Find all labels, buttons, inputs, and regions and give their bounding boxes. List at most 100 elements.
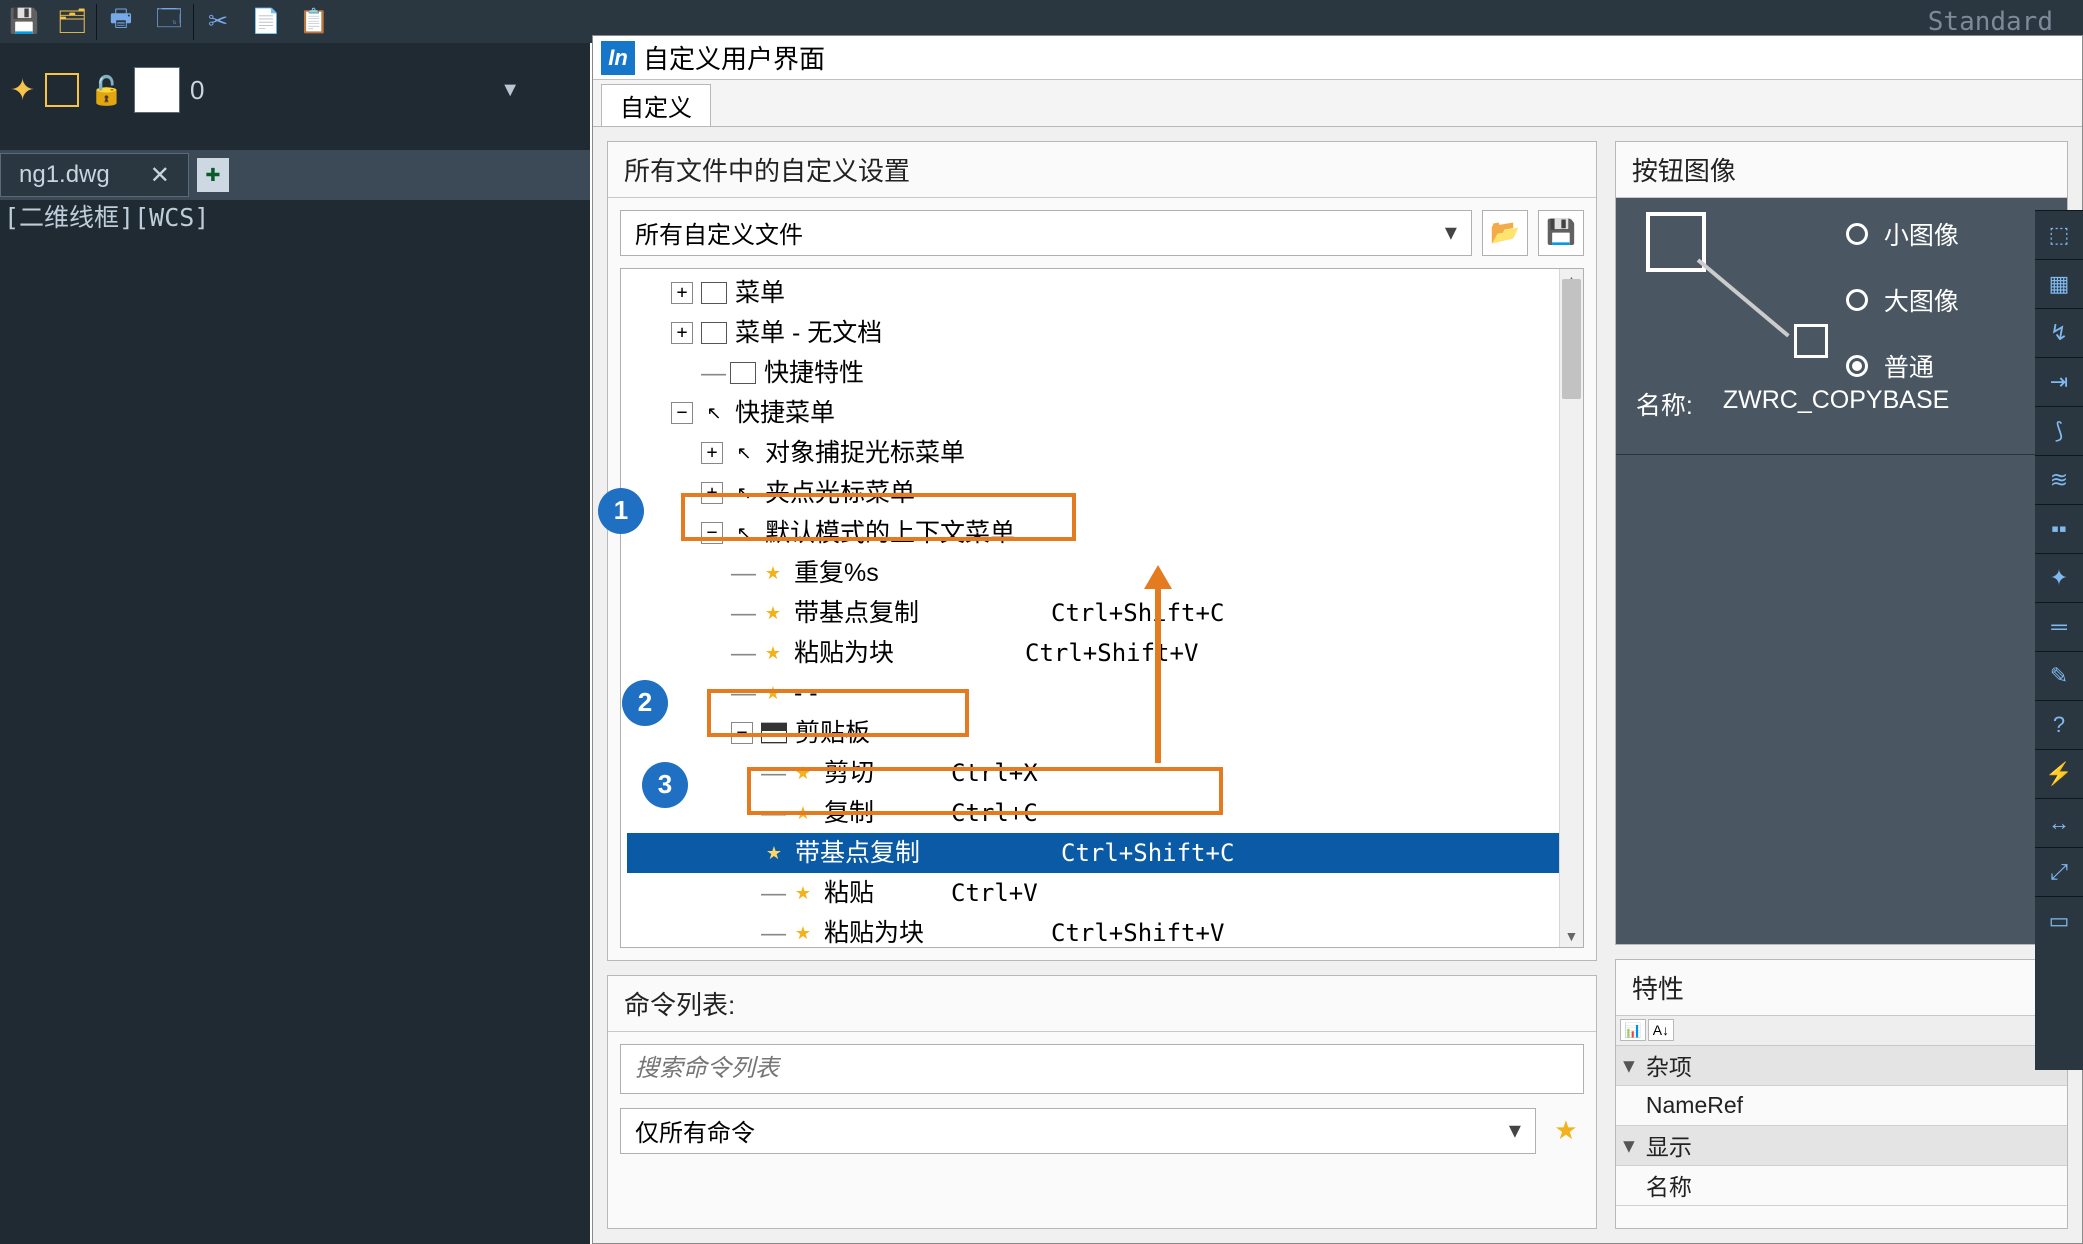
layer-unlock-icon[interactable]: 🔓 [89, 74, 124, 107]
tree-node-quickmenu[interactable]: −快捷菜单 [627, 393, 1577, 433]
cui-dialog: In 自定义用户界面 自定义 所有文件中的自定义设置 所有自定义文件 ▾ 📂 💾 [592, 35, 2083, 1244]
strip-icon-4[interactable]: ⇥ [2035, 357, 2083, 406]
radio-small-image[interactable]: 小图像 [1846, 216, 1959, 252]
annotation-arrow-head [1144, 565, 1172, 589]
tree-node-cut[interactable]: —★剪切Ctrl+X [627, 753, 1577, 793]
callout-2: 2 [622, 680, 668, 726]
tree-node-menu[interactable]: +菜单 [627, 273, 1577, 313]
tree-node-menu-nodoc[interactable]: +菜单 - 无文档 [627, 313, 1577, 353]
strip-icon-12[interactable]: ⚡ [2035, 749, 2083, 798]
strip-icon-9[interactable]: ═ [2035, 602, 2083, 651]
close-tab-icon[interactable]: ✕ [150, 161, 170, 190]
favorite-filter-button[interactable]: ★ [1548, 1108, 1584, 1154]
strip-icon-1[interactable]: ⬚ [2035, 210, 2083, 259]
button-image-grid[interactable] [1616, 454, 2067, 944]
annotation-arrow-stem [1155, 587, 1161, 763]
layer-new-icon[interactable]: ✦ [10, 73, 35, 108]
strip-icon-15[interactable]: ▭ [2035, 896, 2083, 945]
toolbar-icon-paste[interactable]: 📋 [290, 0, 338, 43]
radio-large-label: 大图像 [1884, 282, 1959, 318]
tree-node-grip-cursor[interactable]: +夹点光标菜单 [627, 473, 1577, 513]
tree-node-pasteblock1[interactable]: —★粘贴为块Ctrl+Shift+V [627, 633, 1577, 673]
right-tool-strip: ⬚ ▦ ↯ ⇥ ⟆ ≋ ▪▪ ✦ ═ ✎ ? ⚡ ↔ ⤢ ▭ [2035, 210, 2083, 1070]
properties-title: 特性 [1616, 960, 2067, 1016]
radio-small-label: 小图像 [1884, 216, 1959, 252]
callout-1: 1 [598, 488, 644, 534]
layer-dropdown-icon[interactable]: ▼ [500, 79, 520, 102]
prop-group-misc[interactable]: ▾杂项 [1616, 1046, 2067, 1086]
radio-normal-label: 普通 [1884, 348, 1934, 384]
button-image-panel: 按钮图像 小图像 大图像 普通 名称: ZWRC_COPYBAS [1615, 141, 2068, 945]
tree-node-copybase2-selected[interactable]: ★带基点复制Ctrl+Shift+C [627, 833, 1577, 873]
cui-file-combo-label: 所有自定义文件 [635, 215, 803, 250]
tree-node-copy[interactable]: —★复制Ctrl+C [627, 793, 1577, 833]
tree-node-copybase1[interactable]: —★带基点复制Ctrl+Shift+C [627, 593, 1577, 633]
tree-node-separator[interactable]: —★- - [627, 673, 1577, 713]
properties-panel: 特性 📊 A↓ ▾杂项 NameRef ▾显示 名称 [1615, 959, 2068, 1229]
preview-icon-line [1697, 258, 1790, 337]
tree-node-pasteblock2[interactable]: —★粘贴为块Ctrl+Shift+V [627, 913, 1577, 948]
strip-icon-14[interactable]: ⤢ [2035, 847, 2083, 896]
strip-icon-2[interactable]: ▦ [2035, 259, 2083, 308]
sort-categorized-button[interactable]: 📊 [1620, 1019, 1646, 1041]
strip-icon-10[interactable]: ✎ [2035, 651, 2083, 700]
toolbar-icon-cut[interactable]: ✂ [194, 0, 242, 43]
tree-node-default-context[interactable]: −默认模式的上下文菜单 [627, 513, 1577, 553]
layer-bar: ✦ 🔓 0 ▼ [0, 60, 530, 120]
strip-icon-6[interactable]: ≋ [2035, 455, 2083, 504]
document-tab-label: ng1.dwg [19, 161, 110, 189]
document-tab[interactable]: ng1.dwg ✕ [0, 153, 189, 197]
properties-sort-strip: 📊 A↓ [1616, 1016, 2067, 1046]
tree-node-quickprops[interactable]: —快捷特性 [627, 353, 1577, 393]
button-image-preview: 小图像 大图像 普通 名称: ZWRC_COPYBASE [1616, 198, 2067, 454]
document-tab-bar: ng1.dwg ✕ [0, 150, 590, 200]
chevron-down-icon: ▾ [1509, 1116, 1521, 1145]
strip-icon-13[interactable]: ↔ [2035, 798, 2083, 847]
scroll-thumb[interactable] [1562, 279, 1581, 399]
toolbar-icon-copy[interactable]: 📄 [242, 0, 290, 43]
toolbar-icon-preview[interactable]: 🗔 [145, 0, 193, 43]
preview-icon-large [1646, 212, 1706, 272]
strip-icon-3[interactable]: ↯ [2035, 308, 2083, 357]
command-filter-label: 仅所有命令 [635, 1113, 755, 1148]
settings-panel-title: 所有文件中的自定义设置 [608, 142, 1596, 198]
preview-icon-small [1794, 324, 1828, 358]
layer-box-icon[interactable] [45, 73, 79, 107]
prop-group-display[interactable]: ▾显示 [1616, 1126, 2067, 1166]
save-button[interactable]: 💾 [1538, 210, 1584, 256]
strip-icon-8[interactable]: ✦ [2035, 553, 2083, 602]
layer-color-swatch[interactable] [134, 67, 180, 113]
toolbar-icon-saveall[interactable]: 🗂 [48, 0, 96, 43]
sort-alpha-button[interactable]: A↓ [1648, 1019, 1674, 1041]
tree-node-paste[interactable]: —★粘贴Ctrl+V [627, 873, 1577, 913]
app-logo-icon: In [601, 41, 635, 75]
radio-normal-image[interactable]: 普通 [1846, 348, 1959, 384]
toolbar-icon-print[interactable]: 🖶 [97, 0, 145, 43]
command-search-input[interactable] [620, 1044, 1584, 1094]
prop-nameref[interactable]: NameRef [1616, 1086, 2067, 1126]
prop-name[interactable]: 名称 [1616, 1166, 2067, 1206]
tree-scrollbar[interactable]: ▲ ▼ [1559, 269, 1583, 947]
layer-name: 0 [190, 75, 204, 106]
callout-3: 3 [642, 762, 688, 808]
cui-file-combo[interactable]: 所有自定义文件 ▾ [620, 210, 1472, 256]
tree-node-clipboard[interactable]: −剪贴板 [627, 713, 1577, 753]
strip-icon-5[interactable]: ⟆ [2035, 406, 2083, 455]
viewport-label: [二维线框][WCS] [4, 198, 209, 234]
toolbar-icon-save[interactable]: 💾 [0, 0, 48, 43]
settings-panel: 所有文件中的自定义设置 所有自定义文件 ▾ 📂 💾 ▲ [607, 141, 1597, 961]
scroll-down-icon[interactable]: ▼ [1560, 925, 1583, 947]
tree-node-osnap-cursor[interactable]: +对象捕捉光标菜单 [627, 433, 1577, 473]
button-image-title: 按钮图像 [1616, 142, 2067, 198]
dialog-tabstrip: 自定义 [593, 80, 2082, 126]
add-document-tab[interactable] [197, 158, 229, 192]
tree-node-repeat[interactable]: —★重复%s [627, 553, 1577, 593]
radio-large-image[interactable]: 大图像 [1846, 282, 1959, 318]
cui-tree[interactable]: ▲ ▼ +菜单 +菜单 - 无文档 —快捷特性 −快捷菜单 +对象捕捉光标菜单 … [620, 268, 1584, 948]
strip-icon-7[interactable]: ▪▪ [2035, 504, 2083, 553]
strip-icon-11[interactable]: ? [2035, 700, 2083, 749]
command-filter-combo[interactable]: 仅所有命令 ▾ [620, 1108, 1536, 1154]
tab-customize[interactable]: 自定义 [601, 84, 711, 126]
command-list-title: 命令列表: [608, 976, 1596, 1032]
open-folder-button[interactable]: 📂 [1482, 210, 1528, 256]
